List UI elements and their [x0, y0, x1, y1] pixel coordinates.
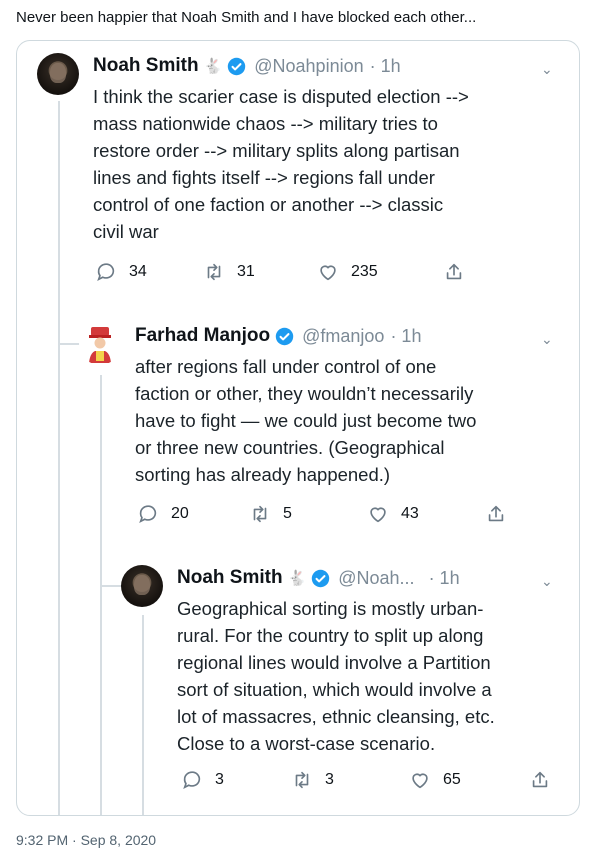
- tweet-time: · 1h: [428, 567, 460, 588]
- beefeater-avatar-icon: [89, 327, 111, 363]
- reply-button[interactable]: 20: [137, 503, 189, 525]
- chevron-down-icon[interactable]: ⌄: [541, 573, 553, 590]
- retweet-count: 5: [283, 505, 292, 522]
- rabbit-icon: 🐇: [287, 570, 307, 587]
- like-count: 65: [443, 771, 461, 788]
- retweet-icon: [295, 771, 309, 789]
- tweet-noah-smith-1[interactable]: Noah Smith 🐇 @Noahpinion · 1h ⌄ I think …: [17, 41, 579, 291]
- author-handle[interactable]: @Noahpinion: [254, 56, 363, 77]
- author-name[interactable]: Noah Smith: [93, 55, 199, 77]
- verified-badge-icon: [275, 327, 294, 345]
- post-timestamp[interactable]: 9:32 PM · Sep 8, 2020: [16, 832, 156, 848]
- share-icon: [488, 505, 504, 522]
- tweet-time: · 1h: [390, 325, 422, 346]
- avatar[interactable]: [79, 323, 121, 365]
- tweet-text: I think the scarier case is disputed ele…: [93, 86, 469, 242]
- retweet-icon: [253, 505, 267, 523]
- chevron-down-icon[interactable]: ⌄: [541, 61, 553, 78]
- author-name[interactable]: Noah Smith: [177, 567, 283, 589]
- reply-icon: [139, 505, 157, 524]
- tweet-farhad-manjoo[interactable]: Farhad Manjoo @fmanjoo · 1h ⌄ after regi…: [17, 311, 579, 541]
- reply-button[interactable]: 3: [181, 769, 224, 791]
- share-icon: [532, 771, 548, 788]
- author-name[interactable]: Farhad Manjoo: [135, 325, 270, 347]
- heart-icon: [412, 773, 428, 789]
- verified-badge-icon: [312, 569, 330, 587]
- tweet-time: · 1h: [369, 55, 401, 76]
- share-button[interactable]: [485, 503, 519, 525]
- like-button[interactable]: 235: [317, 261, 378, 283]
- embedded-thread-screenshot: Noah Smith 🐇 @Noahpinion · 1h ⌄ I think …: [16, 40, 580, 816]
- reply-icon: [183, 771, 201, 790]
- reply-count: 3: [215, 771, 224, 788]
- avatar[interactable]: [37, 53, 79, 95]
- reply-count: 20: [171, 505, 189, 522]
- share-button[interactable]: [529, 769, 563, 791]
- tweet-noah-smith-2[interactable]: Noah Smith 🐇 @Noah... · 1h ⌄ Geographica…: [17, 553, 579, 815]
- retweet-button[interactable]: 5: [249, 503, 292, 525]
- retweet-button[interactable]: 3: [291, 769, 334, 791]
- like-count: 43: [401, 505, 419, 522]
- tweet-text: Geographical sorting is mostly urban- ru…: [177, 598, 495, 754]
- retweet-button[interactable]: 31: [203, 261, 255, 283]
- retweet-count: 31: [237, 263, 255, 280]
- chevron-down-icon[interactable]: ⌄: [541, 331, 553, 348]
- retweet-count: 3: [325, 771, 334, 788]
- heart-icon: [370, 507, 386, 523]
- author-handle[interactable]: @Noah...: [338, 568, 414, 589]
- share-icon: [446, 263, 462, 280]
- reply-icon: [97, 263, 115, 282]
- share-button[interactable]: [443, 261, 477, 283]
- author-handle[interactable]: @fmanjoo: [302, 326, 384, 347]
- rabbit-icon: 🐇: [203, 58, 223, 75]
- tweet-text: after regions fall under control of one …: [135, 356, 477, 485]
- verified-badge-icon: [228, 57, 246, 75]
- retweet-icon: [207, 263, 221, 281]
- post-caption: Never been happier that Noah Smith and I…: [16, 9, 477, 26]
- like-count: 235: [351, 263, 378, 280]
- like-button[interactable]: 65: [409, 769, 461, 791]
- like-button[interactable]: 43: [367, 503, 419, 525]
- heart-icon: [320, 265, 336, 281]
- avatar[interactable]: [121, 565, 163, 607]
- reply-button[interactable]: 34: [95, 261, 147, 283]
- reply-count: 34: [129, 263, 147, 280]
